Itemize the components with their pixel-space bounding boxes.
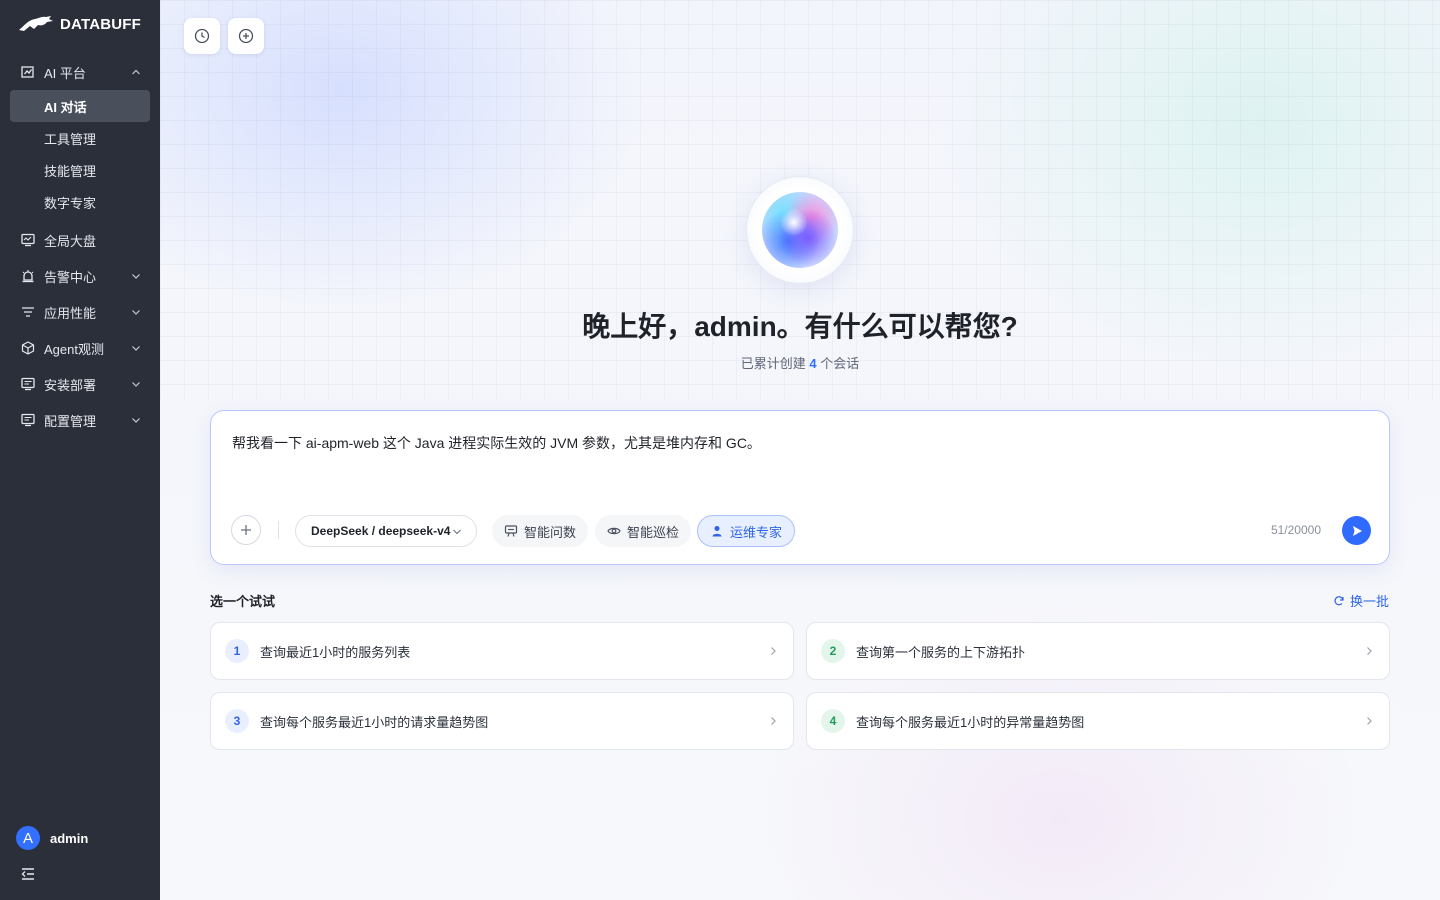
chevron-up-icon	[132, 69, 140, 75]
chevron-down-icon	[453, 529, 462, 535]
chip-smart-inspect[interactable]: 智能巡检	[595, 515, 692, 547]
brand-name: DATABUFF	[60, 15, 142, 33]
chevron-right-icon	[771, 647, 776, 655]
suggestion-number: 4	[821, 709, 845, 733]
suggestion-number: 3	[225, 709, 249, 733]
clock-icon	[194, 28, 210, 44]
model-select[interactable]: DeepSeek / deepseek-v4	[295, 515, 478, 547]
char-counter: 51/20000	[1270, 523, 1321, 537]
chip-label: 智能巡检	[627, 524, 680, 540]
sidebar-subitem-tool-management[interactable]: 工具管理	[0, 122, 160, 154]
suggestion-text: 查询最近1小时的服务列表	[260, 644, 411, 660]
suggestion-text: 查询每个服务最近1小时的异常量趋势图	[856, 714, 1085, 730]
user-icon	[712, 526, 722, 537]
ai-chart-icon	[20, 64, 36, 80]
new-chat-button[interactable]	[228, 18, 264, 54]
suggestion-card[interactable]: 4 查询每个服务最近1小时的异常量趋势图	[806, 692, 1390, 750]
cube-icon	[20, 340, 36, 356]
chart-board-icon	[504, 525, 518, 537]
history-button[interactable]	[184, 18, 220, 54]
sidebar-nav: AI 平台 AI 对话 工具管理 技能管理 数字专家 全局大盘 告警中心 应用性…	[0, 54, 160, 438]
chevron-down-icon	[132, 382, 140, 387]
chevron-right-icon	[1367, 647, 1372, 655]
chevron-down-icon	[132, 418, 140, 423]
plus-icon	[241, 525, 251, 535]
sidebar-item-install-deploy[interactable]: 安装部署	[0, 366, 160, 402]
send-button[interactable]	[1342, 516, 1371, 545]
suggestion-text: 查询每个服务最近1小时的请求量趋势图	[260, 714, 489, 730]
model-select-value: DeepSeek / deepseek-v4	[311, 524, 451, 538]
chat-composer: 帮我看一下 ai-apm-web 这个 Java 进程实际生效的 JVM 参数，…	[210, 410, 1390, 565]
sidebar-subitem-digital-expert[interactable]: 数字专家	[0, 186, 160, 218]
dashboard-icon	[20, 232, 36, 248]
chip-label: 运维专家	[730, 524, 783, 540]
chip-ops-expert[interactable]: 运维专家	[697, 515, 796, 547]
alarm-icon	[20, 268, 36, 284]
chip-label: 智能问数	[524, 524, 577, 540]
avatar: A	[16, 826, 40, 850]
plus-circle-icon	[238, 28, 254, 44]
refresh-label: 换一批	[1349, 594, 1389, 609]
suggestion-card[interactable]: 3 查询每个服务最近1小时的请求量趋势图	[210, 692, 794, 750]
sidebar-item-ai-platform[interactable]: AI 平台	[0, 54, 160, 90]
sidebar-subitem-skill-management[interactable]: 技能管理	[0, 154, 160, 186]
chevron-right-icon	[771, 717, 776, 725]
sidebar-item-label: 告警中心	[44, 269, 97, 285]
chip-smart-query[interactable]: 智能问数	[492, 515, 589, 547]
sidebar-item-config-management[interactable]: 配置管理	[0, 402, 160, 438]
leopard-logo-icon	[19, 16, 53, 31]
suggestion-number: 1	[225, 639, 249, 663]
sidebar-item-app-performance[interactable]: 应用性能	[0, 294, 160, 330]
sidebar-item-alarm-center[interactable]: 告警中心	[0, 258, 160, 294]
sidebar-subitem-ai-chat[interactable]: AI 对话	[10, 90, 150, 122]
sidebar-item-global-dashboard[interactable]: 全局大盘	[0, 222, 160, 258]
stats-prefix: 已累计创建	[740, 356, 806, 371]
sidebar-item-label: 安装部署	[44, 377, 97, 393]
user-name: admin	[50, 830, 89, 846]
suggestion-card[interactable]: 1 查询最近1小时的服务列表	[210, 622, 794, 680]
send-icon	[1352, 525, 1362, 536]
chevron-right-icon	[1367, 717, 1372, 725]
ai-orb-graphic	[762, 192, 838, 268]
eye-icon	[607, 527, 621, 535]
sidebar-item-label: AI 平台	[44, 65, 86, 81]
user-profile[interactable]: A admin	[16, 826, 88, 850]
main-area: 晚上好，admin。有什么可以帮您? 已累计创建 4 个会话 帮我看一下 ai-…	[160, 0, 1440, 900]
suggestion-number: 2	[821, 639, 845, 663]
config-icon	[20, 412, 36, 428]
suggestion-card[interactable]: 2 查询第一个服务的上下游拓扑	[806, 622, 1390, 680]
suggestions-title: 选一个试试	[210, 594, 276, 609]
sidebar-item-label: 全局大盘	[44, 233, 97, 249]
sidebar-item-label: 配置管理	[44, 413, 97, 429]
chevron-down-icon	[132, 310, 140, 315]
sidebar: DATABUFF AI 平台 AI 对话 工具管理 技能管理 数字专家 全局大盘…	[0, 0, 160, 900]
collapse-sidebar-icon[interactable]	[20, 866, 36, 882]
stats-count: 4	[809, 356, 817, 371]
install-icon	[20, 376, 36, 392]
stats-suffix: 个会话	[820, 356, 860, 371]
chevron-down-icon	[132, 274, 140, 279]
message-input[interactable]: 帮我看一下 ai-apm-web 这个 Java 进程实际生效的 JVM 参数，…	[232, 433, 761, 453]
sidebar-item-agent-observe[interactable]: Agent观测	[0, 330, 160, 366]
filter-list-icon	[20, 304, 36, 320]
refresh-icon	[1334, 595, 1344, 605]
refresh-suggestions-button[interactable]: 换一批	[1333, 591, 1389, 610]
brand-logo[interactable]: DATABUFF	[18, 12, 141, 36]
toolbar-divider	[278, 521, 279, 539]
ai-orb	[746, 176, 854, 284]
greeting-title: 晚上好，admin。有什么可以帮您?	[582, 311, 1018, 342]
sidebar-item-label: 应用性能	[44, 305, 97, 321]
chevron-down-icon	[132, 346, 140, 351]
sidebar-item-label: Agent观测	[44, 341, 104, 357]
attach-button[interactable]	[231, 515, 261, 545]
suggestion-text: 查询第一个服务的上下游拓扑	[856, 644, 1026, 660]
session-stats: 已累计创建 4 个会话	[160, 353, 1440, 372]
